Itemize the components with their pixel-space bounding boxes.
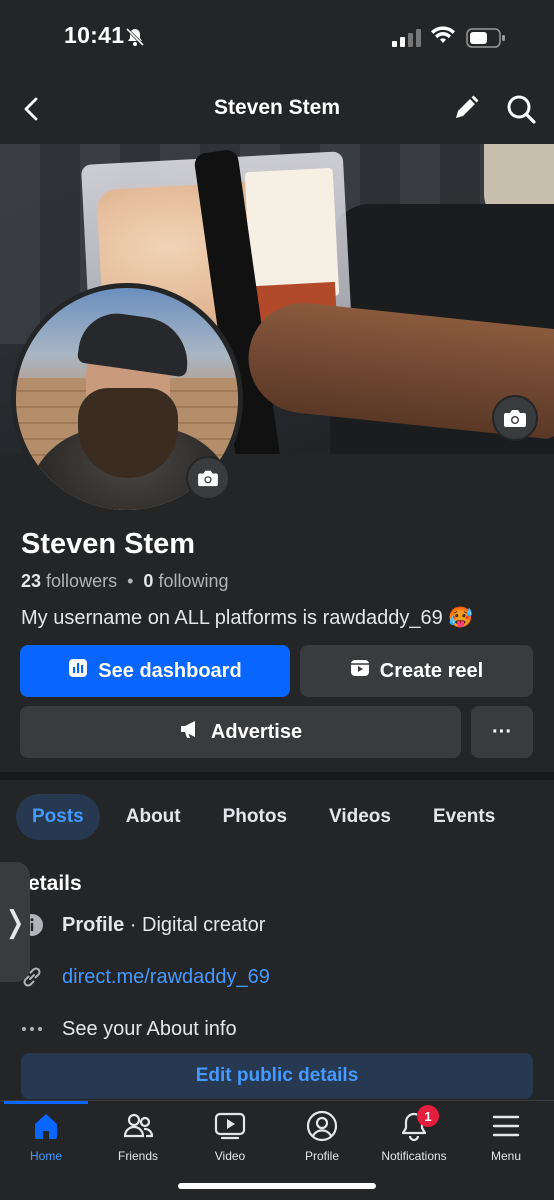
profile-bio: My username on ALL platforms is rawdaddy… [21, 607, 474, 629]
see-about-label: See your About info [62, 1017, 237, 1040]
friends-icon [121, 1109, 155, 1143]
section-divider [0, 772, 554, 780]
search-icon[interactable] [505, 93, 537, 130]
home-icon [29, 1109, 63, 1143]
notification-badge: 1 [417, 1105, 439, 1127]
nav-home[interactable]: Home [0, 1109, 92, 1163]
megaphone-icon [179, 719, 201, 745]
more-options-button[interactable]: ··· [471, 706, 533, 758]
active-tab-indicator [4, 1101, 88, 1104]
edit-pencil-icon[interactable] [452, 94, 480, 127]
followers-count: 23 [21, 571, 42, 591]
battery-icon [466, 28, 506, 53]
advertise-button[interactable]: Advertise [20, 706, 461, 758]
tab-photos[interactable]: Photos [207, 794, 303, 840]
nav-menu-label: Menu [490, 1149, 522, 1163]
profile-type-row: Profile · Digital creator [20, 913, 265, 937]
create-reel-label: Create reel [379, 659, 484, 682]
profile-tabs: Posts About Photos Videos Events [16, 794, 521, 840]
cover-camera-icon[interactable] [492, 395, 538, 441]
status-time: 10:41 [64, 22, 125, 48]
profile-name: Steven Stem [21, 528, 196, 560]
bell-off-icon [124, 26, 146, 53]
website-row[interactable]: direct.me/rawdaddy_69 [20, 965, 270, 989]
follow-counts[interactable]: 23 followers • 0 following [21, 571, 229, 592]
profile-icon [305, 1109, 339, 1143]
nav-profile-label: Profile [304, 1149, 339, 1163]
more-dots-icon: ··· [492, 720, 512, 743]
reel-icon [350, 658, 370, 684]
following-label: following [158, 571, 229, 591]
edit-public-details-button[interactable]: Edit public details [21, 1053, 533, 1099]
status-bar: 10:41 [0, 0, 554, 74]
create-reel-button[interactable]: Create reel [300, 645, 533, 697]
tab-about[interactable]: About [110, 794, 197, 840]
home-indicator [178, 1183, 376, 1189]
profile-type-label: Profile [62, 913, 125, 936]
nav-notifications-label: Notifications [381, 1149, 447, 1163]
video-icon [213, 1109, 247, 1143]
avatar-camera-icon[interactable] [186, 456, 230, 500]
tab-posts[interactable]: Posts [16, 794, 100, 840]
follow-separator: • [127, 571, 134, 591]
menu-icon [489, 1109, 523, 1143]
advertise-label: Advertise [210, 720, 303, 743]
nav-video[interactable]: Video [184, 1109, 276, 1163]
followers-label: followers [46, 571, 118, 591]
drawer-chevron-icon: ❭ [2, 905, 28, 939]
nav-menu[interactable]: Menu [460, 1109, 552, 1163]
nav-profile[interactable]: Profile [276, 1109, 368, 1163]
nav-friends[interactable]: Friends [92, 1109, 184, 1163]
nav-friends-label: Friends [117, 1149, 158, 1163]
side-drawer-handle[interactable]: ❭ [0, 862, 30, 982]
website-link[interactable]: direct.me/rawdaddy_69 [62, 966, 270, 989]
top-nav: Steven Stem [0, 74, 554, 144]
tab-events[interactable]: Events [417, 794, 511, 840]
cover-label [244, 167, 340, 301]
bell-icon: 1 [397, 1105, 439, 1143]
see-dashboard-button[interactable]: See dashboard [20, 645, 290, 697]
wifi-icon [430, 25, 456, 50]
dashboard-icon [68, 658, 88, 684]
dots-icon [20, 1017, 44, 1041]
details-heading: etails [28, 872, 82, 895]
see-dashboard-label: See dashboard [98, 659, 242, 682]
nav-home-label: Home [29, 1149, 62, 1163]
tab-videos[interactable]: Videos [313, 794, 407, 840]
nav-video-label: Video [214, 1149, 246, 1163]
profile-type-value: · Digital creator [124, 913, 266, 936]
signal-icon [392, 29, 422, 52]
following-count: 0 [143, 571, 154, 591]
see-about-row[interactable]: See your About info [20, 1017, 237, 1041]
nav-notifications[interactable]: 1 Notifications [368, 1105, 460, 1163]
